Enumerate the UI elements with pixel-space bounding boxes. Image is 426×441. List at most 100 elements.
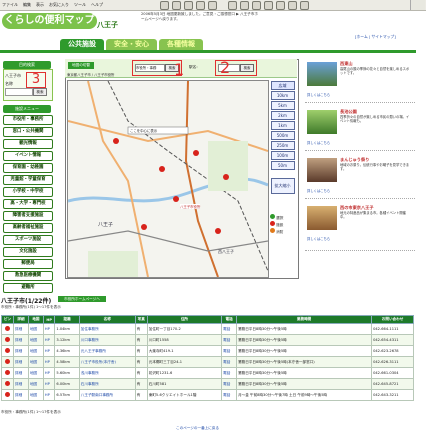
stop-icon[interactable] (184, 1, 193, 10)
mail-icon[interactable] (264, 1, 273, 10)
search-button[interactable]: 検索 (33, 88, 47, 96)
nav-childrens-hall[interactable]: 児童館・学童保育 (3, 175, 53, 185)
promo-item[interactable]: 長池公園 四季折々の自然が楽しめる市民の憩いの場。イベント情報も。 詳しくはこち… (305, 106, 415, 151)
tab-safety[interactable]: 安全・安心 (106, 39, 157, 50)
map-link[interactable]: 地図 (27, 334, 44, 346)
scale-10km-button[interactable]: 10km (270, 91, 295, 100)
facility-name[interactable]: 川口事務所 (78, 334, 136, 346)
facility-name[interactable]: 石川事務所 (78, 378, 136, 390)
facility-name[interactable]: 八王子市役所(本庁舎) (78, 356, 136, 368)
menu-help[interactable]: ヘルプ (91, 2, 103, 8)
search-input[interactable] (5, 88, 33, 96)
promo-more-link[interactable]: 詳しくはこちら (307, 92, 330, 97)
nav-high-schools[interactable]: 高・大学・専門校 (3, 199, 53, 209)
scale-5km-button[interactable]: 5km (270, 101, 295, 110)
promo-more-link[interactable]: 詳しくはこちら (307, 140, 330, 145)
scale-100m-button[interactable]: 100m (270, 151, 295, 160)
detail-link[interactable]: 詳細 (13, 367, 29, 379)
detail-link[interactable]: 詳細 (13, 378, 29, 390)
nav-nursery[interactable]: 保育園・幼稚園 (3, 163, 53, 173)
map-canvas[interactable]: ここを中心に表示 八王子市役所 八王子 西八王子 (67, 80, 269, 278)
detail-link[interactable]: 詳細 (13, 334, 29, 346)
site-logo[interactable]: くらしの便利マップ (2, 13, 97, 29)
nav-post-office[interactable]: 郵便局 (3, 259, 53, 269)
phone-link[interactable]: 電話 (221, 367, 238, 379)
hp-link[interactable]: HP (42, 356, 56, 368)
phone-link[interactable]: 電話 (221, 323, 238, 335)
nav-sports[interactable]: スポーツ施設 (3, 235, 53, 245)
phone-link[interactable]: 電話 (221, 378, 238, 390)
promo-item[interactable]: まんじゅう祭り 地域のお祭り。伝統行事やお囃子を見学できます。 詳しくはこちら (305, 154, 415, 199)
nav-elderly-welfare[interactable]: 高齢者福祉施設 (3, 223, 53, 233)
map-link[interactable]: 地図 (27, 389, 44, 401)
edit-icon[interactable] (288, 1, 297, 10)
scale-250m-button[interactable]: 250m (270, 141, 295, 150)
promo-item[interactable]: 西東山 高尾山の麓の季節の花々と自然を楽しめるスポットです。 詳しくはこちら (305, 58, 415, 103)
nav-evacuation[interactable]: 避難所 (3, 283, 53, 293)
detail-link[interactable]: 詳細 (13, 356, 29, 368)
hp-link[interactable]: HP (42, 389, 56, 401)
detail-link[interactable]: 詳細 (13, 345, 29, 357)
menu-favorites[interactable]: お気に入り (49, 2, 69, 8)
facility-name[interactable]: 八王子駅南口事務所 (78, 389, 136, 401)
phone-link[interactable]: 電話 (221, 334, 238, 346)
phone-link[interactable]: 電話 (221, 389, 238, 401)
phone-link[interactable]: 電話 (221, 345, 238, 357)
location-pin-icon[interactable] (5, 381, 10, 386)
location-pin-icon[interactable] (5, 326, 10, 331)
category-select[interactable]: 市役所・事務 (135, 64, 165, 72)
map-link[interactable]: 地図 (27, 356, 44, 368)
map-link[interactable]: 地図 (27, 367, 44, 379)
detail-link[interactable]: 詳細 (13, 323, 29, 335)
forward-icon[interactable] (172, 1, 181, 10)
map-link[interactable]: 地図 (27, 345, 44, 357)
nav-public-window[interactable]: 窓口・公共機関 (3, 127, 53, 137)
zoom-toggle-button[interactable]: 拡大縮小 (270, 178, 295, 194)
nav-tourism[interactable]: 観光情報 (3, 139, 53, 149)
location-pin-icon[interactable] (5, 392, 10, 397)
map-link[interactable]: 地図 (27, 378, 44, 390)
hp-link[interactable]: HP (42, 367, 56, 379)
favorites-icon[interactable] (240, 1, 249, 10)
map-link[interactable]: 地図 (27, 323, 44, 335)
menu-file[interactable]: ファイル (2, 2, 18, 8)
center-label[interactable]: ここを中心に表示 (130, 128, 157, 133)
menu-tools[interactable]: ツール (74, 2, 86, 8)
scale-2km-button[interactable]: 2km (270, 111, 295, 120)
location-pin-icon[interactable] (5, 359, 10, 364)
discuss-icon[interactable] (300, 1, 309, 10)
hp-link[interactable]: HP (42, 378, 56, 390)
home-icon[interactable] (208, 1, 217, 10)
hp-link[interactable]: HP (42, 345, 56, 357)
facility-name[interactable]: 浅川事務所 (78, 367, 136, 379)
back-to-top-link[interactable]: このページの一番上に戻る (176, 426, 219, 431)
tab-info[interactable]: 各種情報 (159, 39, 203, 50)
back-icon[interactable] (160, 1, 169, 10)
nav-events[interactable]: イベント情報 (3, 151, 53, 161)
scale-wide-button[interactable]: 広域 (270, 81, 295, 90)
refresh-icon[interactable] (196, 1, 205, 10)
hp-link[interactable]: HP (42, 323, 56, 335)
promo-more-link[interactable]: 詳しくはこちら (307, 188, 330, 193)
history-icon[interactable] (252, 1, 261, 10)
phone-link[interactable]: 電話 (221, 356, 238, 368)
search-icon[interactable] (228, 1, 237, 10)
scale-1km-button[interactable]: 1km (270, 121, 295, 130)
nav-emergency-medical[interactable]: 救急医療機関 (3, 271, 53, 281)
scale-500m-button[interactable]: 500m (270, 131, 295, 140)
station-search-button[interactable]: 検索 (240, 64, 254, 72)
city-homepage-button[interactable]: 市役所ホームページへ (58, 296, 106, 302)
hp-link[interactable]: HP (42, 334, 56, 346)
nav-city-office[interactable]: 市役所・事務所 (3, 115, 53, 125)
map-switch-button[interactable]: 地図の切替 (68, 62, 94, 69)
menu-edit[interactable]: 編集 (23, 2, 31, 8)
facility-name[interactable]: 元八王子事務所 (78, 345, 136, 357)
scale-50m-button[interactable]: 50m (270, 161, 295, 170)
header-links[interactable]: [ホーム | サイトマップ] (355, 34, 396, 40)
location-pin-icon[interactable] (5, 337, 10, 342)
nav-schools[interactable]: 小学校・中学校 (3, 187, 53, 197)
promo-more-link[interactable]: 詳しくはこちら (307, 236, 330, 241)
location-pin-icon[interactable] (5, 370, 10, 375)
nav-culture[interactable]: 文化施設 (3, 247, 53, 257)
detail-link[interactable]: 詳細 (13, 389, 29, 401)
